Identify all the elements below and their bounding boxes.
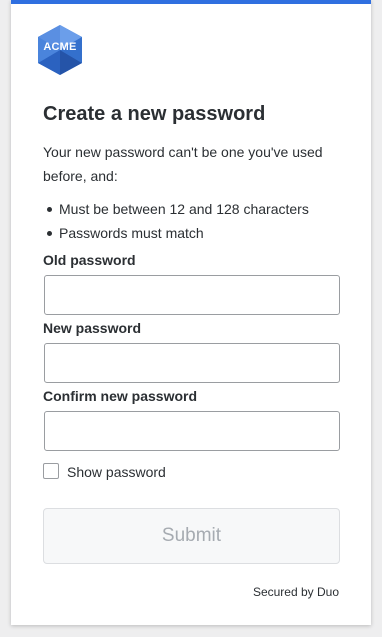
show-password-label[interactable]: Show password [67,464,166,480]
old-password-input[interactable] [44,275,340,315]
old-password-label: Old password [43,252,136,268]
show-password-checkbox[interactable] [43,463,59,479]
logo-text: ACME [43,41,77,53]
acme-logo: ACME [36,24,84,76]
password-rules: Must be between 12 and 128 characters Pa… [43,197,309,245]
rule-item: Must be between 12 and 128 characters [43,197,309,221]
page-title: Create a new password [43,103,266,125]
new-password-input[interactable] [44,343,340,383]
new-password-label: New password [43,320,142,336]
submit-button[interactable]: Submit [43,508,340,564]
intro-text: Your new password can't be one you've us… [43,144,323,184]
secured-by-text: Secured by Duo [252,585,339,599]
password-card: ACME Create a new password Your new pass… [11,0,371,625]
confirm-password-label: Confirm new password [43,388,198,404]
logo-area: ACME [11,0,382,84]
confirm-password-input[interactable] [44,411,340,451]
rule-item: Passwords must match [43,221,309,245]
